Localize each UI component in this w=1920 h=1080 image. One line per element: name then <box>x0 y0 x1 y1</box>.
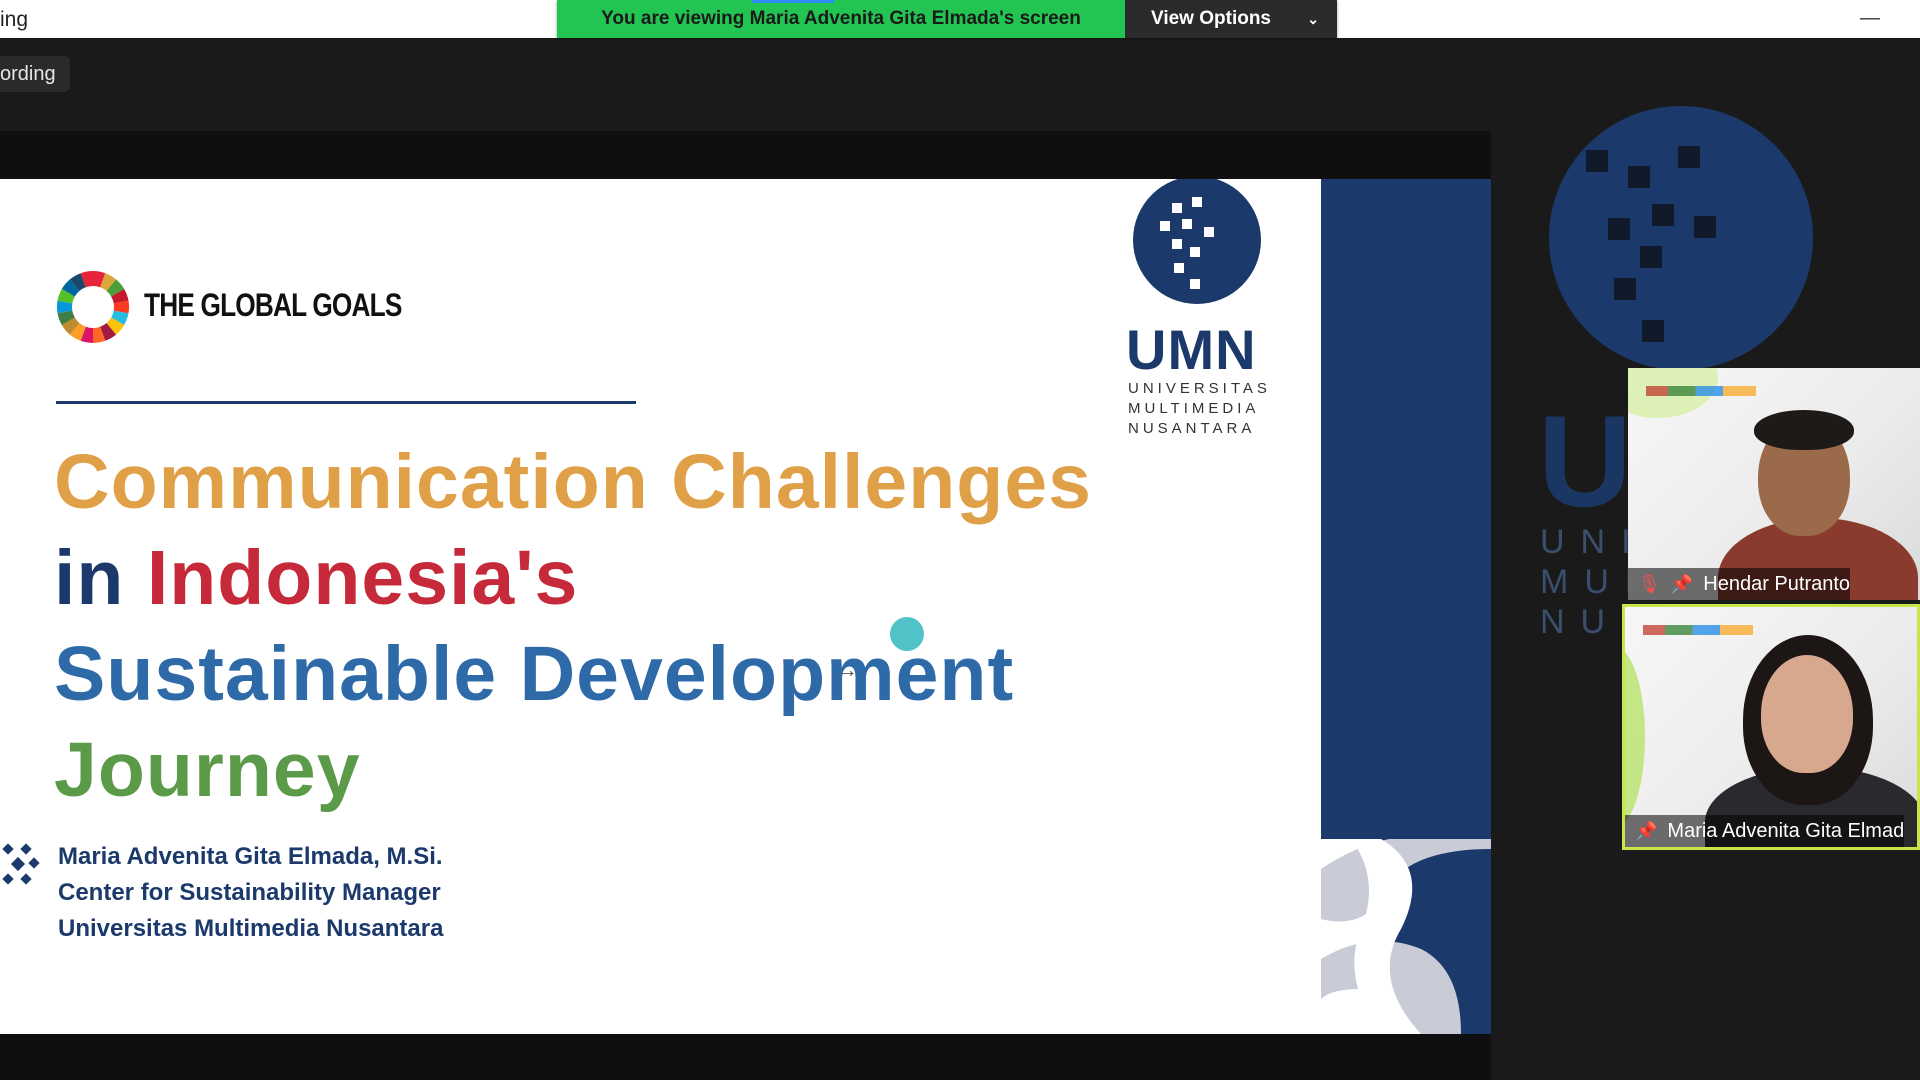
umn-line-3: NUSANTARA <box>1128 420 1256 437</box>
umn-subtitle: UNIVERSITAS MULTIMEDIA NUSANTARA <box>1128 379 1278 439</box>
participant-name-bar: 📌 Maria Advenita Gita Elmad <box>1625 815 1905 847</box>
chevron-down-icon: ⌄ <box>1307 11 1319 27</box>
mic-muted-icon: 🎙 <box>1638 574 1661 594</box>
shared-screen-top-margin <box>0 131 1491 179</box>
author-role: Center for Sustainability Manager <box>58 879 441 906</box>
umn-line-2: MULTIMEDIA <box>1128 400 1260 417</box>
slide-title-in: in <box>54 535 125 621</box>
view-options-button[interactable]: View Options ⌄ <box>1125 0 1337 38</box>
slide-title-line-3: Sustainable Development <box>54 631 1015 717</box>
presentation-slide: THE GLOBAL GOALS UMN UNIVERSITAS MULTIME… <box>0 179 1321 1034</box>
mouse-cursor-icon: → <box>836 657 858 682</box>
shared-screen-bottom-margin <box>0 1034 1491 1080</box>
video-banner-strip <box>1643 625 1753 635</box>
slide-title-indonesia: Indonesia's <box>146 535 579 621</box>
zoom-meeting-window: ing You are viewing Maria Advenita Gita … <box>0 0 1920 1080</box>
umn-logo-icon <box>1133 179 1261 304</box>
laser-pointer-dot <box>890 617 924 651</box>
top-bar: ing You are viewing Maria Advenita Gita … <box>0 0 1920 38</box>
sustainability-emblem-icon <box>2 843 40 885</box>
minimize-icon[interactable]: — <box>1860 8 1880 28</box>
participant-tile-active-speaker[interactable]: 📌 Maria Advenita Gita Elmad <box>1622 604 1920 850</box>
author-org: Universitas Multimedia Nusantara <box>58 915 444 942</box>
background-umn-logo-icon <box>1549 106 1813 370</box>
slide-divider <box>56 401 636 404</box>
participant-name: Hendar Putranto <box>1703 573 1851 595</box>
pin-icon: 📌 <box>1670 574 1694 594</box>
recording-indicator[interactable]: ording <box>0 56 70 92</box>
screen-share-banner: You are viewing Maria Advenita Gita Elma… <box>557 0 1337 38</box>
recording-label: ording <box>0 63 56 85</box>
video-banner-strip <box>1646 386 1756 396</box>
slide-title-line-4: Journey <box>54 727 361 813</box>
pin-icon: 📌 <box>1635 821 1658 841</box>
umn-line-1: UNIVERSITAS <box>1128 380 1271 397</box>
global-goals-text: THE GLOBAL GOALS <box>144 287 402 323</box>
slide-side-panel <box>1321 179 1491 1034</box>
top-bar-title-fragment: ing <box>0 8 29 31</box>
slide-title-line-2: in Indonesia's <box>54 534 578 623</box>
view-options-label: View Options <box>1151 8 1272 29</box>
participant-face <box>1761 655 1853 773</box>
umn-wordmark: UMN <box>1126 318 1257 381</box>
share-banner-text: You are viewing Maria Advenita Gita Elma… <box>557 0 1125 38</box>
participant-name: Maria Advenita Gita Elmad <box>1667 820 1905 842</box>
author-block: Maria Advenita Gita Elmada, M.Si. Center… <box>58 839 443 947</box>
global-goals-wheel-icon <box>56 271 130 343</box>
participant-tile[interactable]: 🎙 📌 Hendar Putranto <box>1628 368 1920 600</box>
slide-title-line-1: Communication Challenges <box>54 439 1092 525</box>
share-indicator-bar <box>752 0 834 3</box>
participant-name-bar: 🎙 📌 Hendar Putranto <box>1628 568 1851 600</box>
decorative-curves-icon <box>1321 837 1491 1034</box>
author-name: Maria Advenita Gita Elmada, M.Si. <box>58 843 443 870</box>
participant-hair <box>1754 410 1854 450</box>
slide-side-panel-lower <box>1321 837 1491 1034</box>
